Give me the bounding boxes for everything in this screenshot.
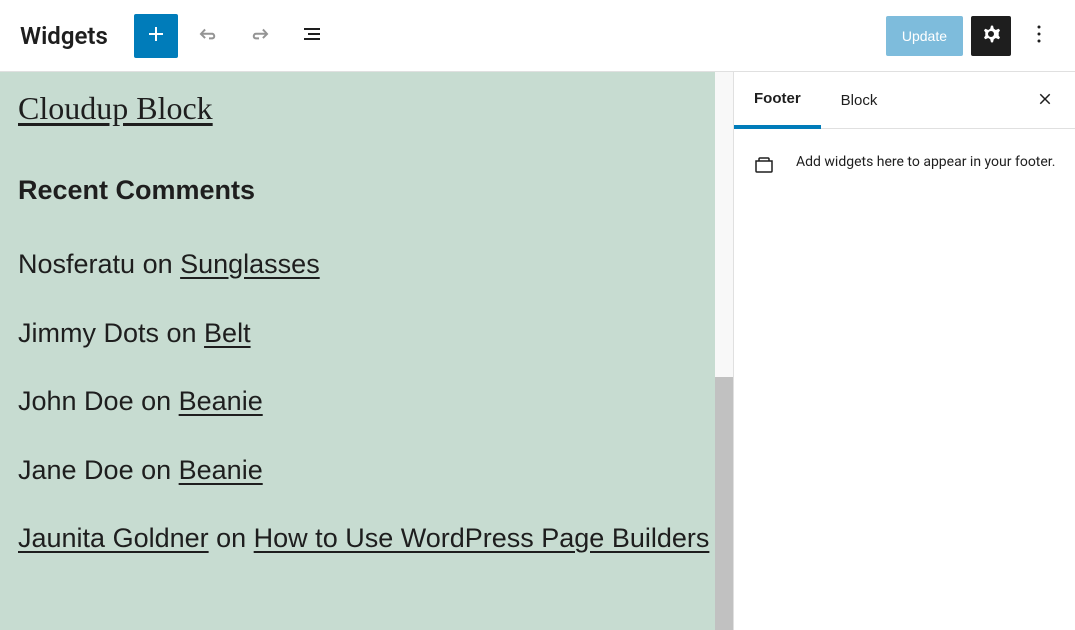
redo-button[interactable] xyxy=(238,14,282,58)
comment-on-text: on xyxy=(134,386,179,416)
comment-post-link[interactable]: Beanie xyxy=(179,455,263,485)
page-title: Widgets xyxy=(20,22,108,50)
toolbar-left: Widgets xyxy=(16,14,886,58)
comment-on-text: on xyxy=(159,318,204,348)
comment-on-text: on xyxy=(135,249,180,279)
main-area: Cloudup Block Recent Comments Nosferatu … xyxy=(0,72,1075,630)
list-view-icon xyxy=(300,22,324,49)
comment-author: John Doe xyxy=(18,386,134,416)
info-row: Add widgets here to appear in your foote… xyxy=(752,151,1057,177)
add-block-button[interactable] xyxy=(134,14,178,58)
undo-button[interactable] xyxy=(186,14,230,58)
settings-button[interactable] xyxy=(971,16,1011,56)
close-icon xyxy=(1036,90,1054,111)
comment-post-link[interactable]: Belt xyxy=(204,318,251,348)
recent-comments-heading: Recent Comments xyxy=(18,175,715,206)
comment-author: Nosferatu xyxy=(18,249,135,279)
scrollbar-track[interactable] xyxy=(715,72,733,630)
settings-sidebar: Footer Block Add widgets here to appear … xyxy=(733,72,1075,630)
close-sidebar-button[interactable] xyxy=(1029,84,1061,116)
comment-item: Jane Doe on Beanie xyxy=(18,450,715,491)
comment-item: Jaunita Goldner on How to Use WordPress … xyxy=(18,518,715,559)
info-text: Add widgets here to appear in your foote… xyxy=(796,151,1055,175)
comment-post-link[interactable]: Sunglasses xyxy=(180,249,320,279)
list-view-button[interactable] xyxy=(290,14,334,58)
editor-wrap: Cloudup Block Recent Comments Nosferatu … xyxy=(0,72,733,630)
top-toolbar: Widgets Update xyxy=(0,0,1075,72)
plus-icon xyxy=(144,22,168,49)
tab-footer[interactable]: Footer xyxy=(734,72,821,129)
footer-area-icon xyxy=(752,153,776,177)
update-button[interactable]: Update xyxy=(886,16,963,56)
tab-block[interactable]: Block xyxy=(821,72,898,128)
more-vertical-icon xyxy=(1027,22,1051,49)
comment-on-text: on xyxy=(209,523,254,553)
sidebar-tabs: Footer Block xyxy=(734,72,1075,129)
redo-icon xyxy=(248,22,272,49)
sidebar-content: Add widgets here to appear in your foote… xyxy=(734,129,1075,199)
gear-icon xyxy=(979,22,1003,49)
comment-author: Jane Doe xyxy=(18,455,134,485)
comment-author-link[interactable]: Jaunita Goldner xyxy=(18,523,209,553)
comment-author: Jimmy Dots xyxy=(18,318,159,348)
comment-on-text: on xyxy=(134,455,179,485)
comment-post-link[interactable]: How to Use WordPress Page Builders xyxy=(254,523,710,553)
editor-canvas[interactable]: Cloudup Block Recent Comments Nosferatu … xyxy=(0,72,733,630)
toolbar-right: Update xyxy=(886,16,1059,56)
options-button[interactable] xyxy=(1019,16,1059,56)
recent-comments-list: Nosferatu on Sunglasses Jimmy Dots on Bel… xyxy=(18,244,715,559)
cloudup-block-link[interactable]: Cloudup Block xyxy=(18,90,213,127)
comment-post-link[interactable]: Beanie xyxy=(179,386,263,416)
comment-item: John Doe on Beanie xyxy=(18,381,715,422)
comment-item: Jimmy Dots on Belt xyxy=(18,313,715,354)
comment-item: Nosferatu on Sunglasses xyxy=(18,244,715,285)
undo-icon xyxy=(196,22,220,49)
scrollbar-thumb[interactable] xyxy=(715,377,733,630)
